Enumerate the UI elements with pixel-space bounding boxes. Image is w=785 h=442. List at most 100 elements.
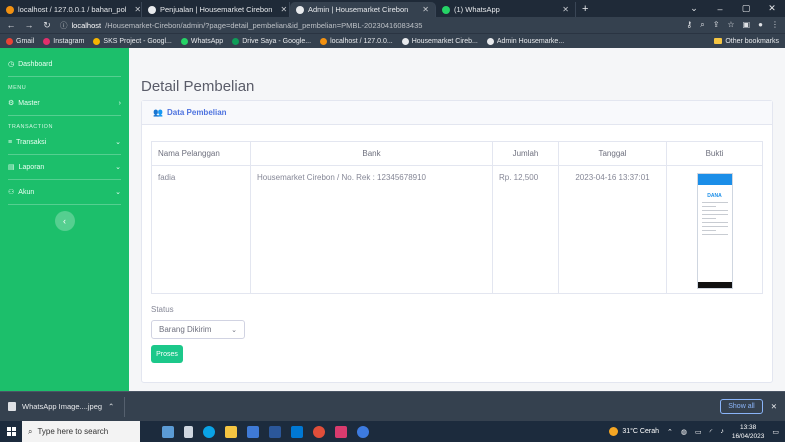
- file-explorer-icon[interactable]: [225, 425, 237, 438]
- weather-widget[interactable]: 31°C Cerah: [609, 427, 659, 436]
- new-tab-button[interactable]: +: [576, 2, 594, 17]
- bookmark-localhost[interactable]: localhost / 127.0.0...: [320, 37, 393, 45]
- table-row: fadia Housemarket Cirebon / No. Rek : 12…: [151, 165, 763, 294]
- reload-icon[interactable]: ↻: [42, 20, 52, 31]
- sidepanel-icon[interactable]: ▣: [743, 20, 751, 30]
- folder-icon: [714, 38, 723, 44]
- divider: [8, 76, 121, 77]
- app-icon[interactable]: [335, 425, 347, 438]
- download-bar: WhatsApp Image....jpeg ⌃ Show all ✕: [0, 391, 785, 421]
- task-view-icon[interactable]: [184, 425, 193, 438]
- receipt-line: [701, 218, 716, 219]
- menu-icon[interactable]: ⋮: [771, 20, 779, 30]
- volume-icon[interactable]: ♪: [720, 428, 724, 435]
- chevron-down-icon: ⌄: [231, 326, 237, 334]
- mail-icon[interactable]: [291, 425, 303, 438]
- column-header: Nama Pelanggan: [151, 141, 251, 166]
- start-button[interactable]: [0, 427, 22, 436]
- column-header: Tanggal: [558, 141, 667, 166]
- back-icon[interactable]: ←: [6, 20, 16, 30]
- maximize-icon[interactable]: ▢: [733, 3, 759, 14]
- taskbar-search[interactable]: ⌕ Type here to search: [22, 421, 140, 442]
- clock[interactable]: 13:38 16/04/2023: [732, 423, 765, 441]
- sidebar-item-laporan[interactable]: ▤ Laporan ⌄: [0, 157, 129, 177]
- forward-icon[interactable]: →: [24, 20, 34, 30]
- search-icon: ⌕: [28, 426, 33, 436]
- browser-tab-phpmyadmin[interactable]: localhost / 127.0.0.1 / bahan_pol ✕: [0, 2, 142, 17]
- sidebar-toggle-button[interactable]: ‹: [54, 211, 75, 231]
- table-header-row: Nama Pelanggan Bank Jumlah Tanggal Bukti: [151, 141, 763, 166]
- receipt-line: [701, 206, 716, 207]
- minimize-icon[interactable]: –: [707, 4, 733, 14]
- share-icon[interactable]: ⇪: [713, 20, 720, 30]
- status-select[interactable]: Barang Dikirim ⌄: [151, 320, 245, 339]
- profile-icon[interactable]: ●: [758, 20, 763, 30]
- battery-icon[interactable]: ▭: [695, 428, 702, 436]
- sidebar-item-dashboard[interactable]: ◷ Dashboard: [0, 54, 129, 74]
- download-item[interactable]: WhatsApp Image....jpeg ⌃: [8, 396, 126, 417]
- show-all-button[interactable]: Show all: [720, 399, 763, 414]
- cortana-icon[interactable]: [162, 425, 174, 438]
- bookmark-gmail[interactable]: Gmail: [6, 37, 34, 45]
- receipt-line: [701, 210, 728, 211]
- bookmark-instagram[interactable]: Instagram: [43, 37, 84, 45]
- zoom-icon[interactable]: ⌕: [700, 20, 704, 30]
- status-label: Status: [151, 305, 174, 314]
- cell-tanggal: 2023-04-16 13:37:01: [558, 165, 667, 294]
- close-tab-icon[interactable]: ✕: [558, 5, 569, 14]
- bookmark-whatsapp[interactable]: WhatsApp: [180, 37, 223, 45]
- receipt-footer: [697, 282, 732, 288]
- sidebar-item-transaksi[interactable]: ≡ Transaksi ⌄: [0, 132, 129, 152]
- wifi-icon[interactable]: ◜: [710, 428, 713, 436]
- bookmark-admin[interactable]: Admin Housemarke...: [486, 37, 564, 45]
- network-icon[interactable]: ◍: [681, 428, 687, 436]
- chrome-profile-icon[interactable]: [357, 425, 369, 438]
- chevron-up-icon[interactable]: ⌃: [108, 402, 114, 411]
- address-bar: ← → ↻ ⓘ localhost/Housemarket-Cirebon/ad…: [0, 17, 785, 33]
- taskbar-apps: [162, 425, 369, 438]
- edge-icon[interactable]: [203, 425, 215, 438]
- bookmark-housemarket[interactable]: Housemarket Cireb...: [401, 37, 478, 45]
- chevron-up-icon[interactable]: ⌃: [667, 428, 673, 436]
- cell-jumlah: Rp. 12,500: [492, 165, 559, 294]
- cell-bank: Housemarket Cirebon / No. Rek : 12345678…: [250, 165, 493, 294]
- data-pembelian-card: 👥 Data Pembelian Nama Pelanggan Bank Jum…: [141, 100, 773, 383]
- browser-tab-whatsapp[interactable]: (1) WhatsApp ✕: [436, 2, 576, 17]
- divider: [8, 179, 121, 180]
- bookmark-drive[interactable]: Drive Saya - Google...: [232, 37, 311, 45]
- phpmyadmin-icon: [6, 5, 14, 14]
- browser-tab-admin[interactable]: Admin | Housemarket Cirebon ✕: [290, 2, 436, 17]
- chevron-down-icon[interactable]: ⌄: [681, 3, 707, 14]
- sidebar-item-akun[interactable]: ⚇ Akun ⌄: [0, 182, 129, 202]
- close-icon[interactable]: ✕: [771, 402, 777, 411]
- bookmark-sks[interactable]: SKS Project - Googl...: [93, 37, 172, 45]
- close-tab-icon[interactable]: ✕: [130, 5, 141, 14]
- browser-tab-penjualan[interactable]: Penjualan | Housemarket Cirebon ✕: [142, 2, 290, 17]
- divider: [8, 115, 121, 116]
- close-tab-icon[interactable]: ✕: [276, 5, 287, 14]
- other-bookmarks[interactable]: Other bookmarks: [714, 38, 779, 45]
- chrome-icon[interactable]: [313, 425, 325, 438]
- word-icon[interactable]: [269, 425, 281, 438]
- receipt-line: [701, 214, 728, 215]
- key-icon[interactable]: ⚷: [686, 20, 692, 30]
- main-content: Detail Pembelian 👥 Data Pembelian Nama P…: [129, 48, 785, 391]
- payment-proof-image[interactable]: DANA: [696, 173, 733, 289]
- close-tab-icon[interactable]: ✕: [418, 5, 429, 14]
- receipt-line: [701, 222, 728, 223]
- star-icon[interactable]: ☆: [727, 20, 734, 30]
- receipt-header: [697, 174, 732, 185]
- system-tray: 31°C Cerah ⌃ ◍ ▭ ◜ ♪ 13:38 16/04/2023 ▭: [609, 423, 785, 441]
- proses-button[interactable]: Proses: [151, 345, 183, 363]
- sun-icon: [609, 427, 619, 436]
- url-field[interactable]: ⓘ localhost/Housemarket-Cirebon/admin/?p…: [60, 20, 678, 31]
- chevron-down-icon: ⌄: [115, 139, 121, 146]
- info-icon[interactable]: ⓘ: [60, 20, 68, 31]
- chevron-down-icon: ⌄: [115, 164, 121, 171]
- close-window-icon[interactable]: ✕: [759, 3, 785, 14]
- sidebar-item-master[interactable]: ⚙ Master ›: [0, 93, 129, 113]
- store-icon[interactable]: [247, 425, 259, 438]
- report-icon: ▤: [8, 164, 15, 171]
- notification-icon[interactable]: ▭: [772, 428, 779, 436]
- phpmyadmin-icon: [320, 37, 328, 45]
